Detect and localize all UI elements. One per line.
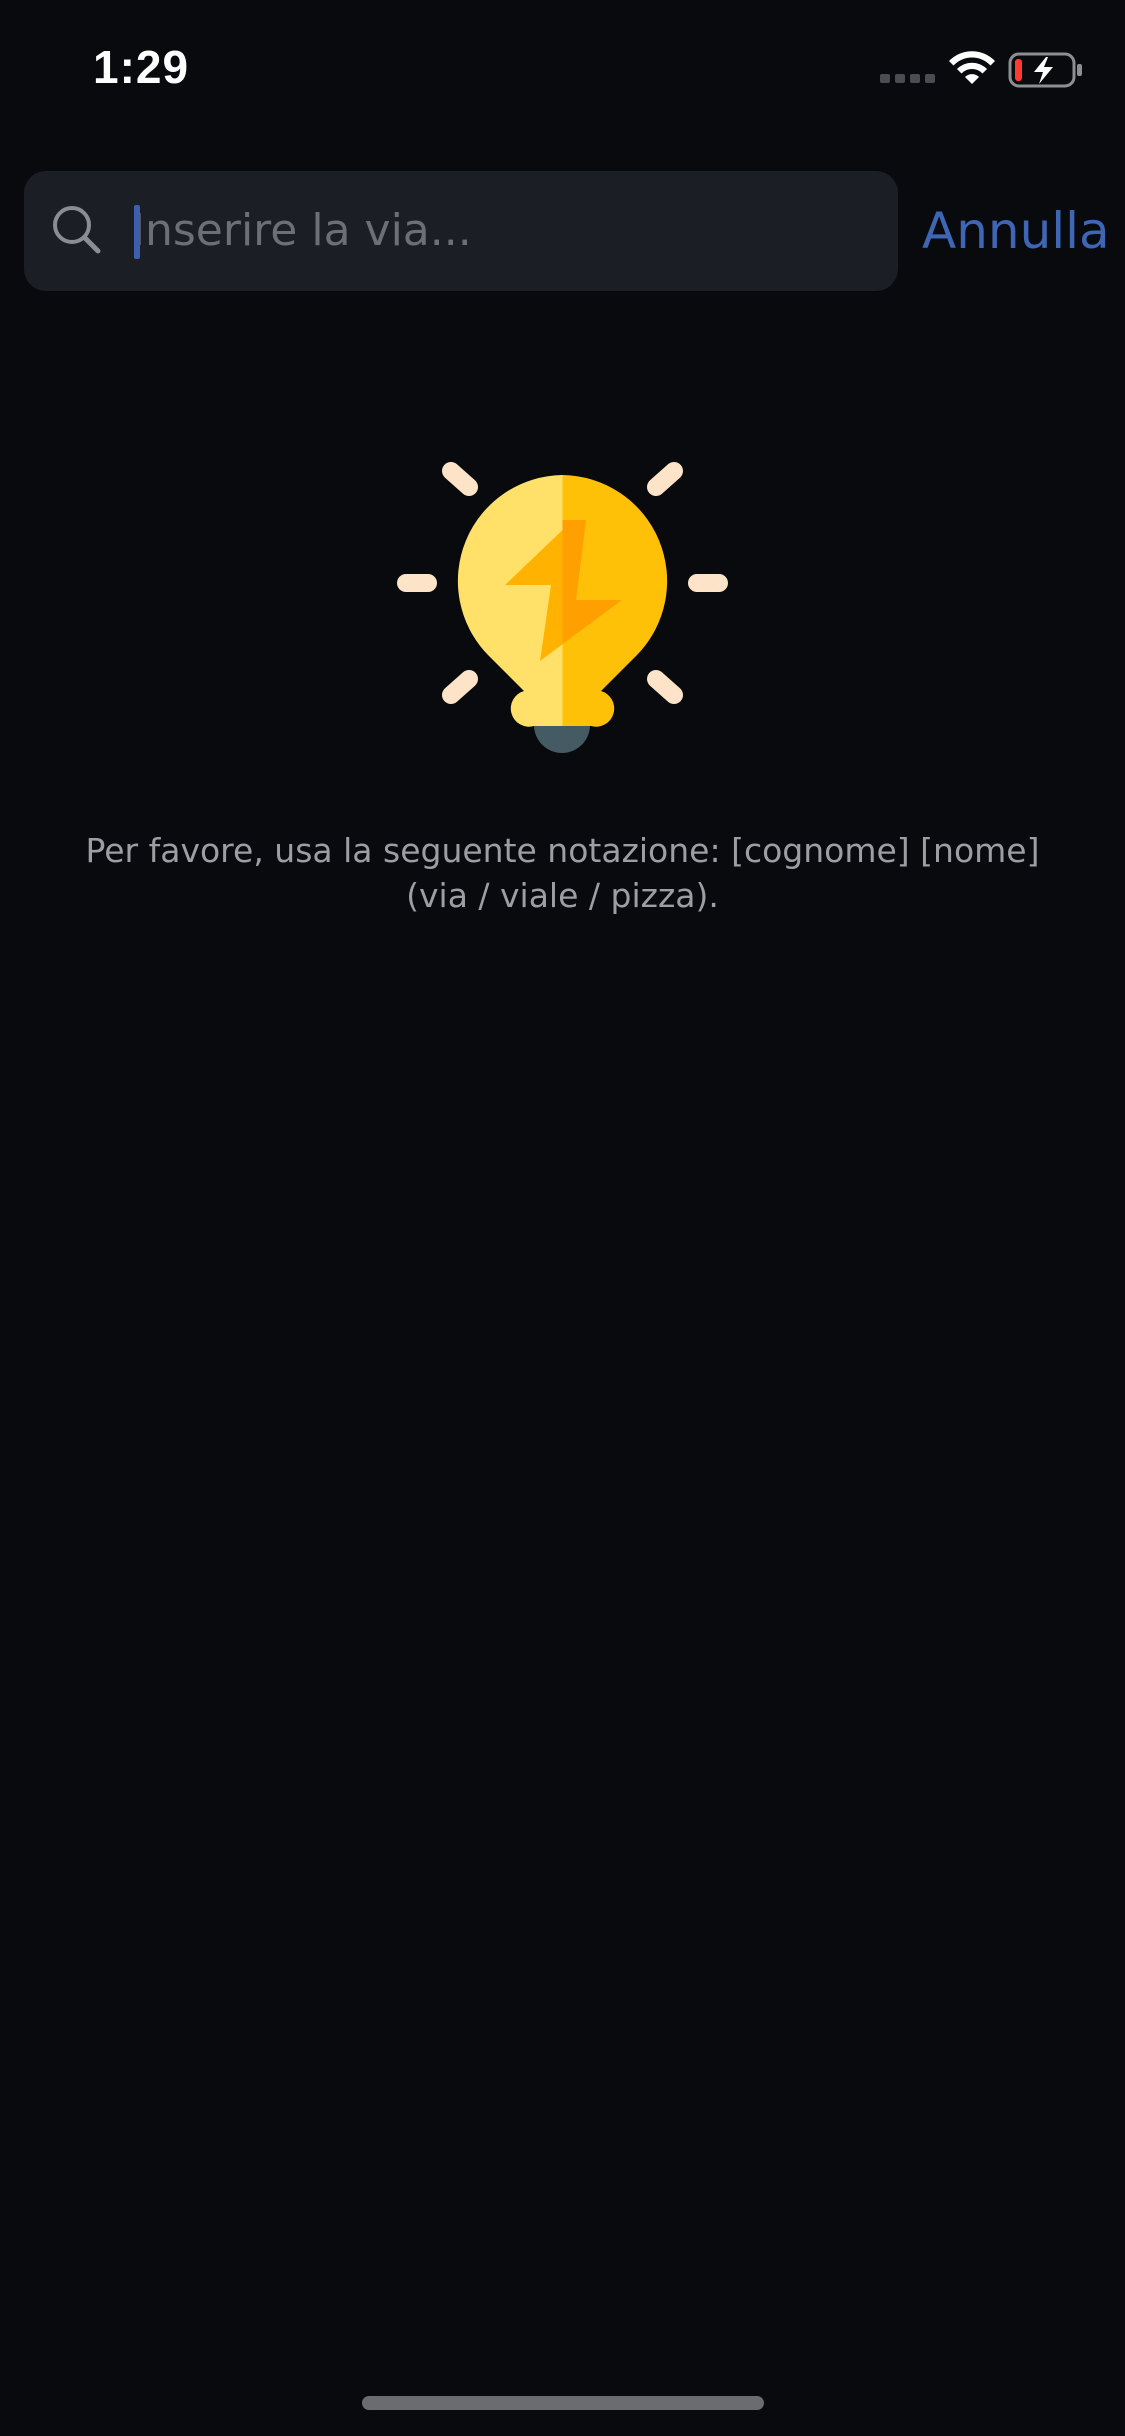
status-time: 1:29 <box>93 41 190 93</box>
lightbulb-icon <box>397 462 728 753</box>
screen: 1:29 Inserire la via... Annulla Per favo… <box>0 0 1125 2436</box>
status-bar: 1:29 <box>0 0 1125 130</box>
battery-charging-icon <box>1008 52 1082 88</box>
notation-hint: Per favore, usa la seguente notazione: [… <box>85 831 1040 915</box>
search-icon <box>53 206 101 254</box>
text-cursor <box>134 205 140 259</box>
cellular-signal-icon <box>880 74 936 84</box>
search-field[interactable]: Inserire la via... <box>24 171 898 291</box>
cancel-button[interactable]: Annulla <box>922 193 1110 269</box>
home-indicator[interactable] <box>362 2396 764 2410</box>
wifi-icon <box>949 51 995 84</box>
search-placeholder: Inserire la via... <box>132 205 472 256</box>
